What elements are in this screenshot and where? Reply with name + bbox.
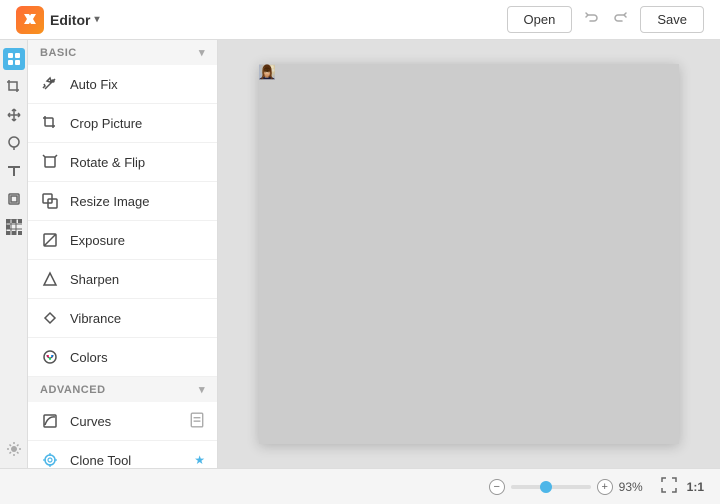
zoom-percent-label: 93%	[619, 480, 651, 494]
sidebar-item-crop-picture[interactable]: Crop Picture	[28, 104, 217, 143]
main-area: Basic ▾ Auto Fix Crop Picture Rotate & F…	[0, 40, 720, 468]
header-center: Open Save	[507, 6, 704, 33]
resize-image-label: Resize Image	[70, 194, 205, 209]
exposure-icon	[40, 230, 60, 250]
toolbar-icon-crop[interactable]	[3, 76, 25, 98]
undo-redo-group	[580, 8, 632, 31]
zoom-out-button[interactable]: −	[489, 479, 505, 495]
toolbar-icon-stamp[interactable]	[3, 188, 25, 210]
resize-image-icon	[40, 191, 60, 211]
toolbar-icon-move[interactable]	[3, 104, 25, 126]
colors-icon	[40, 347, 60, 367]
toolbar-icon-text[interactable]	[3, 160, 25, 182]
redo-button[interactable]	[608, 8, 632, 31]
clone-tool-label: Clone Tool	[70, 453, 184, 468]
sharpen-icon	[40, 269, 60, 289]
sidebar-item-sharpen[interactable]: Sharpen	[28, 260, 217, 299]
canvas-image	[259, 64, 275, 80]
advanced-section-header: Advanced ▾	[28, 377, 217, 402]
zoom-slider[interactable]	[511, 485, 591, 489]
undo-button[interactable]	[580, 8, 604, 31]
canvas-area	[218, 40, 720, 468]
sidebar-item-clone-tool[interactable]: Clone Tool ★	[28, 441, 217, 468]
icon-toolbar	[0, 40, 28, 468]
sidebar-item-vibrance[interactable]: Vibrance	[28, 299, 217, 338]
zoom-in-button[interactable]: +	[597, 479, 613, 495]
crop-picture-icon	[40, 113, 60, 133]
vibrance-icon	[40, 308, 60, 328]
ratio-label: 1:1	[687, 480, 704, 494]
vibrance-label: Vibrance	[70, 311, 205, 326]
header-left: Editor ▾	[16, 6, 99, 34]
curves-badge	[189, 412, 205, 431]
auto-fix-icon	[40, 74, 60, 94]
colors-label: Colors	[70, 350, 205, 365]
open-button[interactable]: Open	[507, 6, 573, 33]
clone-tool-icon	[40, 450, 60, 468]
basic-section-header: Basic ▾	[28, 40, 217, 65]
sidebar-item-colors[interactable]: Colors	[28, 338, 217, 377]
rotate-flip-label: Rotate & Flip	[70, 155, 205, 170]
toolbar-icon-pattern[interactable]	[3, 216, 25, 238]
sidebar-item-curves[interactable]: Curves	[28, 402, 217, 441]
basic-section-chevron: ▾	[199, 46, 205, 59]
exposure-label: Exposure	[70, 233, 205, 248]
editor-title[interactable]: Editor ▾	[50, 12, 99, 28]
curves-label: Curves	[70, 414, 179, 429]
sharpen-label: Sharpen	[70, 272, 205, 287]
curves-icon	[40, 411, 60, 431]
clone-tool-star: ★	[194, 453, 205, 467]
rotate-flip-icon	[40, 152, 60, 172]
sidebar: Basic ▾ Auto Fix Crop Picture Rotate & F…	[28, 40, 218, 468]
sidebar-item-auto-fix[interactable]: Auto Fix	[28, 65, 217, 104]
basic-section-label: Basic	[40, 47, 77, 59]
header: Editor ▾ Open Save	[0, 0, 720, 40]
toolbar-icon-light[interactable]	[3, 438, 25, 460]
app-logo	[16, 6, 44, 34]
fit-to-screen-button[interactable]	[657, 475, 681, 498]
toolbar-icon-logo[interactable]	[3, 48, 25, 70]
sidebar-item-rotate-flip[interactable]: Rotate & Flip	[28, 143, 217, 182]
save-button[interactable]: Save	[640, 6, 704, 33]
zoom-controls: − + 93% 1:1	[489, 475, 704, 498]
advanced-section-chevron: ▾	[199, 383, 205, 396]
editor-title-text: Editor	[50, 12, 90, 28]
image-container	[259, 64, 679, 444]
chevron-down-icon: ▾	[94, 14, 99, 25]
advanced-section-label: Advanced	[40, 384, 106, 396]
toolbar-icon-lasso[interactable]	[3, 132, 25, 154]
sidebar-item-exposure[interactable]: Exposure	[28, 221, 217, 260]
auto-fix-label: Auto Fix	[70, 77, 205, 92]
sidebar-item-resize-image[interactable]: Resize Image	[28, 182, 217, 221]
bottom-bar: − + 93% 1:1	[0, 468, 720, 504]
crop-picture-label: Crop Picture	[70, 116, 205, 131]
